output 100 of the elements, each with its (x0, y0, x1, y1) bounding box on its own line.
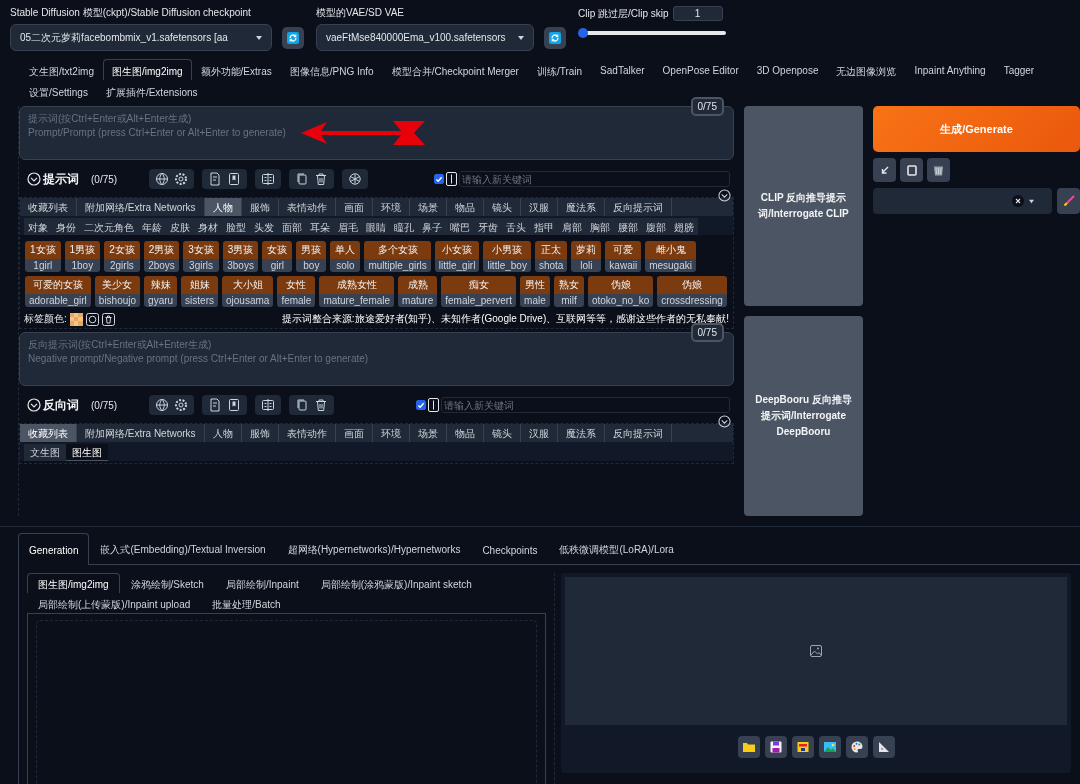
copy-icon[interactable] (295, 172, 309, 186)
subcategory-tab[interactable]: 面部 (278, 218, 306, 235)
category-tab[interactable]: 人物 (204, 198, 242, 216)
clear-button[interactable] (900, 158, 923, 182)
mode-tab[interactable]: 局部绘制(涂鸦蒙版)/Inpaint sketch (309, 573, 483, 593)
main-tab[interactable]: 图像信息/PNG Info (280, 59, 383, 80)
mode-tab[interactable]: 批量处理/Batch (201, 593, 292, 613)
subcategory-tab[interactable]: 眼睛 (362, 218, 390, 235)
main-tab[interactable]: 设置/Settings (20, 80, 97, 101)
main-tab[interactable]: Inpaint Anything (905, 59, 995, 80)
subcategory-tab[interactable]: 二次元角色 (80, 218, 138, 235)
subcategory-tab[interactable]: 脸型 (222, 218, 250, 235)
collapse-icon[interactable] (27, 398, 41, 412)
number-field[interactable]: 1 (672, 6, 723, 21)
main-tab[interactable]: 训练/Train (527, 59, 592, 80)
panel-tab[interactable]: 低秩微调模型(LoRA)/Lora (548, 533, 685, 565)
main-tab[interactable]: 图生图/img2img (103, 59, 192, 80)
category-tab[interactable]: 收藏列表 (20, 424, 77, 442)
subcategory-tab[interactable]: 头发 (250, 218, 278, 235)
main-tab[interactable]: 模型合并/Checkpoint Merger (382, 59, 528, 80)
subcategory-tab[interactable]: 肩部 (558, 218, 586, 235)
subcategory-tab[interactable]: 年龄 (138, 218, 166, 235)
trash-button[interactable] (927, 158, 950, 182)
panel-tab[interactable]: 嵌入式(Embedding)/Textual Inversion (89, 533, 277, 565)
floppy-button[interactable] (764, 736, 787, 758)
reset-icon[interactable] (85, 312, 99, 326)
subcategory-tab[interactable]: 舌头 (502, 218, 530, 235)
subcategory-tab[interactable]: 耳朵 (306, 218, 334, 235)
trash-icon[interactable] (314, 172, 328, 186)
subcategory-tab[interactable]: 身份 (52, 218, 80, 235)
panel-tab[interactable]: Checkpoints (471, 533, 549, 565)
main-tab[interactable]: 额外功能/Extras (191, 59, 281, 80)
checkbox[interactable] (434, 174, 444, 184)
subcategory-tab[interactable]: 牙齿 (474, 218, 502, 235)
bookmark-icon[interactable] (227, 172, 241, 186)
collapse-icon[interactable] (27, 172, 41, 186)
main-tab[interactable]: 3D Openpose (747, 59, 828, 80)
subcategory-tab[interactable]: 指甲 (530, 218, 558, 235)
subcategory-tab[interactable]: 对象 (24, 218, 52, 235)
main-tab[interactable]: 无边图像浏览 (827, 59, 906, 80)
set-square-button[interactable] (872, 736, 895, 758)
subcategory-tab[interactable]: 腰部 (614, 218, 642, 235)
split-icon[interactable] (261, 398, 275, 412)
checkpoint-dropdown[interactable]: 05二次元萝莉facebombmix_v1.safetensors [aa (10, 24, 272, 51)
palette-button[interactable] (845, 736, 868, 758)
landscape-button[interactable] (818, 736, 841, 758)
refresh-button[interactable] (282, 26, 304, 49)
layout-button[interactable] (791, 736, 814, 758)
token-count: (0/75) (91, 399, 119, 411)
knot-icon[interactable] (348, 172, 362, 186)
bookmark-icon[interactable] (227, 398, 241, 412)
checkbox[interactable] (416, 400, 426, 410)
subcategory-tab[interactable]: 瞳孔 (390, 218, 418, 235)
keyword-field[interactable]: 请输入新关键词 (459, 171, 730, 187)
expand-icon[interactable] (718, 189, 731, 202)
split-icon[interactable] (261, 172, 275, 186)
globe-icon[interactable] (155, 398, 169, 412)
mode-tab[interactable]: 涂鸦绘制/Sketch (119, 573, 215, 593)
subcategory-tab[interactable]: 腹部 (642, 218, 670, 235)
panel-tab[interactable]: 超网络(Hypernetworks)/Hypernetworks (276, 533, 472, 565)
color-swatch[interactable] (69, 312, 83, 326)
keyword-field[interactable]: 请输入新关键词 (441, 397, 730, 413)
subcategory-tab[interactable]: 胸部 (586, 218, 614, 235)
interrogate-button[interactable]: DeepBooru 反向推导提示词/Interrogate DeepBooru (744, 316, 863, 516)
mode-tab[interactable]: 局部绘制/Inpaint (214, 573, 310, 593)
refresh-button[interactable] (544, 26, 566, 49)
document-icon[interactable] (208, 172, 222, 186)
gear-icon[interactable] (174, 398, 188, 412)
subcategory-tab[interactable]: 翅膀 (670, 218, 698, 235)
subcategory-tab[interactable]: 皮肤 (166, 218, 194, 235)
mode-tab[interactable]: 图生图/img2img (27, 573, 120, 593)
trash-icon[interactable] (314, 398, 328, 412)
main-tab[interactable]: SadTalker (591, 59, 654, 80)
folder-button[interactable] (737, 736, 760, 758)
interrogate-button[interactable]: CLIP 反向推导提示词/Interrogate CLIP (744, 106, 863, 306)
subcategory-tab[interactable]: 眉毛 (334, 218, 362, 235)
subcategory-tab[interactable]: 身材 (194, 218, 222, 235)
section-title: 反向词 (43, 396, 79, 414)
subcategory-tab[interactable]: 文生图 (24, 444, 66, 461)
mode-tab[interactable]: 局部绘制(上传蒙版)/Inpaint upload (27, 593, 202, 613)
brush-button[interactable] (1057, 188, 1080, 214)
vae-dropdown[interactable]: vaeFtMse840000Ema_v100.safetensors (316, 24, 534, 51)
image-icon (810, 645, 822, 657)
main-tab[interactable]: 扩展插件/Extensions (96, 80, 207, 101)
document-icon[interactable] (208, 398, 222, 412)
gear-icon[interactable] (174, 172, 188, 186)
main-tab[interactable]: Tagger (994, 59, 1044, 80)
subcategory-tab[interactable]: 嘴巴 (446, 218, 474, 235)
copy-icon[interactable] (295, 398, 309, 412)
subcategory-tab[interactable]: 鼻子 (418, 218, 446, 235)
main-tab[interactable]: 文生图/txt2img (20, 59, 103, 80)
globe-icon[interactable] (155, 172, 169, 186)
subcategory-tab[interactable]: 图生图 (66, 444, 108, 461)
slider-thumb[interactable] (578, 28, 588, 38)
delete-icon[interactable] (101, 312, 115, 326)
paste-button[interactable] (873, 158, 896, 182)
clear-icon[interactable] (1012, 195, 1024, 207)
expand-icon[interactable] (718, 415, 731, 428)
panel-tab[interactable]: Generation (18, 533, 90, 565)
main-tab[interactable]: OpenPose Editor (653, 59, 748, 80)
